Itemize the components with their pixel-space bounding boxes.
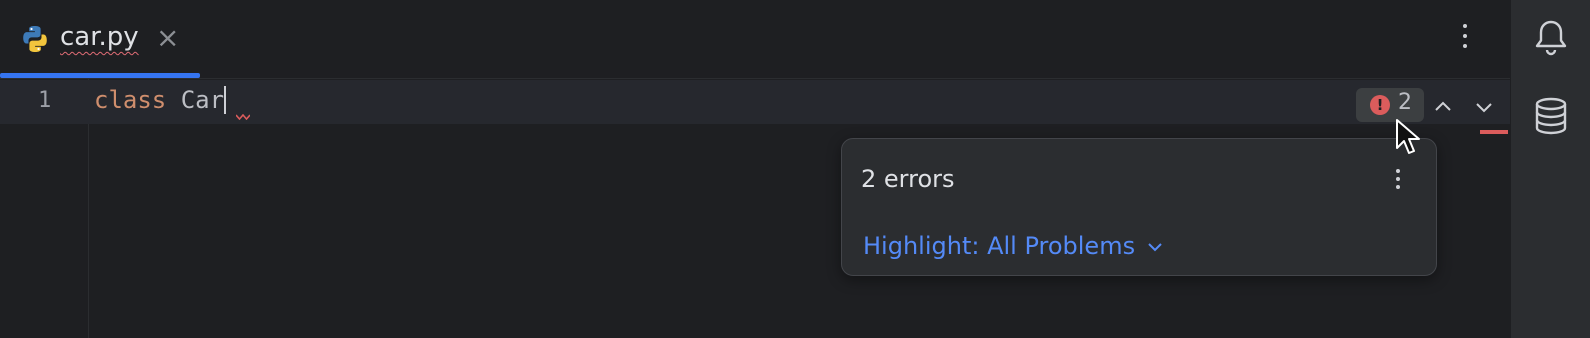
python-file-icon: [23, 26, 47, 52]
line-number: 1: [38, 88, 52, 113]
tab-label: car.py: [60, 22, 139, 52]
popup-more-options-icon[interactable]: [1392, 165, 1404, 201]
tab-car-py[interactable]: car.py ×: [0, 0, 200, 78]
error-icon: [1370, 95, 1390, 115]
code-line[interactable]: class Car: [94, 86, 227, 114]
active-tab-indicator: [0, 73, 200, 78]
next-highlighted-error-icon[interactable]: [1473, 96, 1495, 118]
editor-area: car.py × 1 class Car 2 2 errors Highligh…: [0, 0, 1510, 338]
highlight-level-link[interactable]: Highlight: All Problems: [863, 232, 1135, 260]
mouse-pointer-icon: [1396, 119, 1420, 154]
errors-popup: 2 errors Highlight: All Problems: [841, 138, 1437, 276]
error-count: 2: [1398, 90, 1412, 115]
tab-bar: car.py ×: [0, 0, 1510, 79]
current-line-highlight: [0, 80, 1510, 124]
database-icon[interactable]: [1529, 94, 1573, 138]
more-options-icon[interactable]: [1455, 18, 1475, 58]
error-squiggle: [236, 114, 250, 120]
right-tool-window-bar: [1510, 0, 1590, 338]
popup-title: 2 errors: [861, 165, 955, 193]
notifications-bell-icon[interactable]: [1529, 16, 1573, 60]
previous-highlighted-error-icon[interactable]: [1432, 96, 1454, 118]
code-identifier: Car: [180, 86, 225, 114]
code-keyword: class: [94, 86, 167, 114]
error-stripe-marker[interactable]: [1480, 130, 1508, 134]
text-caret: [224, 86, 227, 114]
inspection-widget[interactable]: 2: [1356, 88, 1424, 122]
close-icon[interactable]: ×: [156, 22, 179, 54]
chevron-down-icon[interactable]: [1146, 240, 1164, 254]
